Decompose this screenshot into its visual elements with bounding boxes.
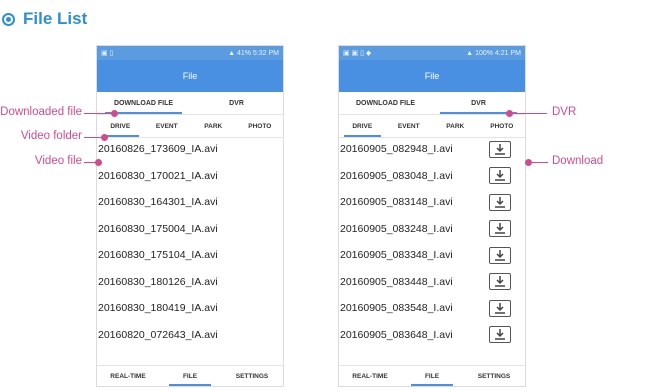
phone-screen-dvr: ▣ ▣ ▯ ◆ ▲ 100% 4:21 PM File DOWNLOAD FIL… [339,46,525,386]
nav-real-time[interactable]: REAL-TIME [339,366,401,386]
tab-download-file[interactable]: DOWNLOAD FILE [339,92,432,114]
target-icon [2,12,15,26]
file-row[interactable]: 20160830_180419_IA.avi [97,295,283,322]
download-icon[interactable] [489,246,511,264]
download-icon[interactable] [489,299,511,317]
file-row: 20160905_083648_I.avi [339,322,525,349]
download-icon[interactable] [489,140,511,158]
callout-dvr: DVR [552,106,577,118]
status-time: 4:21 PM [494,49,521,57]
tab-dvr[interactable]: DVR [190,92,283,114]
tab-park[interactable]: PARK [190,115,237,137]
file-row[interactable]: 20160830_164301_IA.avi [97,189,283,216]
nav-real-time[interactable]: REAL-TIME [97,366,159,386]
file-row[interactable]: 20160830_170021_IA.avi [97,163,283,190]
callout-dot [525,159,532,166]
tab-photo[interactable]: PHOTO [479,115,526,137]
nav-settings[interactable]: SETTINGS [463,366,525,386]
section-header: File List [2,4,87,34]
signal-icon: ▲ [466,49,474,57]
file-row[interactable]: 20160830_180126_IA.avi [97,269,283,296]
file-row[interactable]: 20160830_175004_IA.avi [97,216,283,243]
status-icons-left: ▣ ▣ ▯ ◆ [343,50,372,57]
status-right: ▲ 100% 4:21 PM [466,50,521,57]
battery-percent: 41% [236,49,251,57]
status-bar: ▣ ▯ ▲ 41% 5:32 PM [97,46,283,60]
download-icon[interactable] [489,193,511,211]
status-bar: ▣ ▣ ▯ ◆ ▲ 100% 4:21 PM [339,46,525,60]
callout-line [84,113,114,114]
signal-icon: ▲ [228,49,235,57]
nav-file[interactable]: FILE [401,366,463,386]
file-row[interactable]: 20160820_072643_IA.avi [97,322,283,349]
page-title: File List [23,9,88,28]
download-icon[interactable] [489,273,511,291]
app-title: File [424,71,440,81]
bottom-nav: REAL-TIME FILE SETTINGS [339,365,525,386]
file-row: 20160905_082948_I.avi [339,136,525,163]
file-row[interactable]: 20160830_175104_IA.avi [97,242,283,269]
file-row: 20160905_083148_I.avi [339,189,525,216]
folder-tabs: DRIVE EVENT PARK PHOTO [97,115,283,138]
file-row: 20160905_083548_I.avi [339,295,525,322]
file-row: 20160905_083348_I.avi [339,242,525,269]
app-title-bar: File [97,60,283,92]
tab-event[interactable]: EVENT [144,115,191,137]
callout-line [513,113,547,114]
download-icon[interactable] [489,326,511,344]
battery-percent: 100% [475,49,493,57]
tab-photo[interactable]: PHOTO [237,115,284,137]
nav-file[interactable]: FILE [159,366,221,386]
callout-download: Download [552,155,604,167]
callout-downloaded-file: Downloaded file [0,106,82,118]
app-title: File [182,71,198,81]
callout-line [532,162,548,163]
callout-dot [101,134,108,141]
file-row: 20160905_083048_I.avi [339,163,525,190]
bottom-nav: REAL-TIME FILE SETTINGS [97,365,283,386]
file-row: 20160905_083248_I.avi [339,216,525,243]
app-title-bar: File [339,60,525,92]
tab-park[interactable]: PARK [432,115,479,137]
phone-screen-download-file: ▣ ▯ ▲ 41% 5:32 PM File DOWNLOAD FILE DVR… [97,46,283,386]
callout-video-folder: Video folder [20,130,82,142]
tab-drive[interactable]: DRIVE [339,115,386,137]
callout-dot [506,110,513,117]
file-row: 20160905_083448_I.avi [339,269,525,296]
callout-dot [95,159,102,166]
file-list: 20160905_082948_I.avi 20160905_083048_I.… [339,136,525,348]
status-right: ▲ 41% 5:32 PM [228,50,279,57]
file-list: 20160826_173609_IA.avi 20160830_170021_I… [97,136,283,348]
status-icons-left: ▣ ▯ [101,50,114,57]
top-tabs: DOWNLOAD FILE DVR [97,92,283,115]
download-icon[interactable] [489,220,511,238]
nav-settings[interactable]: SETTINGS [221,366,283,386]
callout-dot [111,110,118,117]
status-time: 5:32 PM [252,49,279,57]
tab-event[interactable]: EVENT [386,115,433,137]
top-tabs: DOWNLOAD FILE DVR [339,92,525,115]
folder-tabs: DRIVE EVENT PARK PHOTO [339,115,525,138]
file-row[interactable]: 20160826_173609_IA.avi [97,136,283,163]
download-icon[interactable] [489,167,511,185]
callout-video-file: Video file [34,155,82,167]
